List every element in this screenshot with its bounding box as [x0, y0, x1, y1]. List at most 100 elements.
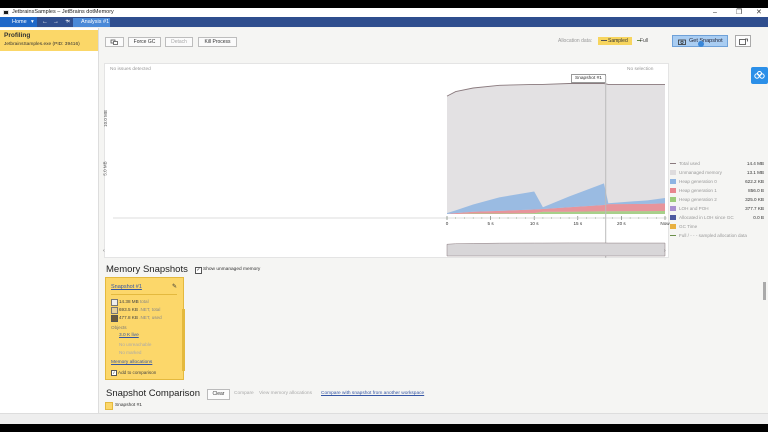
profiling-session[interactable]: Profiling JetbrainsSamples.exe (PID: 394… — [0, 30, 98, 51]
show-unmanaged-label: Show unmanaged memory — [203, 267, 261, 272]
net-total-swatch — [111, 307, 118, 314]
maximize-button[interactable]: ❐ — [736, 8, 742, 17]
window-title: JetbrainsSamples – JetBrains dotMemory — [12, 9, 114, 15]
compare-button[interactable]: Compare — [234, 391, 254, 396]
legend-value: 14.4 MB — [746, 161, 764, 166]
legend-item[interactable]: Total used 14.4 MB — [670, 159, 768, 168]
overview-strip — [446, 242, 666, 257]
comparison-item[interactable]: Snapshot #1 — [115, 403, 142, 408]
marked-objects: No marked — [119, 350, 142, 355]
camera-icon — [678, 39, 686, 45]
x-tick-label: 0 — [446, 221, 449, 226]
total-swatch — [111, 299, 118, 306]
snapshot-options-button[interactable] — [735, 35, 751, 47]
chart-scroll-right-icon[interactable]: › — [664, 248, 666, 254]
view-allocations-button[interactable]: View memory allocations — [259, 391, 312, 396]
legend-swatch — [670, 188, 676, 193]
tab-analysis-1[interactable]: × Analysis #1 — [67, 18, 110, 27]
legend-value: 0.0 B — [753, 215, 764, 220]
forward-icon[interactable]: → — [52, 18, 60, 26]
legend-item[interactable]: Heap generation 0 622.2 KB — [670, 177, 768, 186]
legend-swatch — [670, 170, 676, 175]
legend-name: Allocated in LOH since GC — [679, 215, 734, 220]
legend-item[interactable]: Full / - - - sampled allocation data — [670, 231, 768, 240]
legend-swatch — [670, 197, 676, 202]
snapshot-total: 14.38 MB total — [119, 299, 149, 304]
legend-value: 377.7 KB — [745, 206, 764, 211]
snapshot-net-total: 693.5 KB .NET, total — [119, 307, 161, 312]
edit-pencil-icon[interactable]: ✎ — [172, 283, 177, 290]
process-name: JetbrainsSamples.exe (PID: 39416) — [4, 42, 80, 47]
chart-svg: 0 5 s 10 s 15 s 20 s Now — [113, 76, 670, 258]
tab-close-icon[interactable]: × — [67, 18, 70, 27]
card-divider — [111, 294, 177, 295]
status-bar — [0, 413, 768, 424]
kill-process-button[interactable]: Kill Process — [198, 37, 237, 47]
legend-name: Heap generation 1 — [679, 188, 717, 193]
snapshot-card-title[interactable]: Snapshot #1 — [111, 284, 142, 290]
legend-name: Heap generation 2 — [679, 197, 717, 202]
add-to-comparison-label: Add to comparison — [118, 370, 157, 375]
legend-item[interactable]: GC Time — [670, 222, 768, 231]
objects-label: Objects — [111, 325, 127, 330]
allocation-data-label: Allocation data: — [558, 38, 593, 44]
cloud-link-icon — [754, 71, 765, 79]
legend-item[interactable]: Unmanaged memory 13.1 MB — [670, 168, 768, 177]
clear-button[interactable]: Clear — [207, 389, 230, 400]
legend-value: 13.1 MB — [746, 170, 764, 175]
minimize-button[interactable]: – — [713, 8, 717, 17]
compare-other-workspace-link[interactable]: Compare with snapshot from another works… — [321, 391, 424, 396]
cloud-button[interactable] — [751, 67, 768, 84]
show-unmanaged-checkbox[interactable]: ✓ — [195, 267, 202, 274]
main-scrollbar-thumb[interactable] — [763, 282, 766, 300]
legend-swatch — [670, 179, 676, 184]
net-used-swatch — [111, 315, 118, 322]
comparison-swatch — [105, 402, 113, 410]
force-gc-button[interactable]: Force GC — [128, 37, 161, 47]
legend-name: Full / - - - sampled allocation data — [679, 233, 747, 238]
legend-item[interactable]: Heap generation 1 856.0 B — [670, 186, 768, 195]
view-toggle-button[interactable] — [105, 37, 124, 47]
mouse-cursor-icon — [698, 41, 704, 47]
chart-scroll-left-icon[interactable]: ‹ — [103, 248, 105, 254]
tab-analysis-label: Analysis #1 — [81, 19, 110, 25]
legend-name: Total used — [679, 161, 700, 166]
memory-snapshots-heading: Memory Snapshots — [106, 264, 188, 275]
card-scrollbar[interactable] — [182, 309, 185, 371]
legend-swatch — [670, 215, 676, 220]
legend-item[interactable]: LOH and POH 377.7 KB — [670, 204, 768, 213]
unreachable-objects: No unreachable — [119, 342, 152, 347]
legend-swatch — [670, 206, 676, 211]
profiling-title: Profiling — [4, 32, 31, 39]
detach-button[interactable]: Detach — [165, 37, 193, 47]
legend-swatch — [670, 235, 676, 236]
full-toggle[interactable]: Full — [640, 38, 648, 44]
legend-name: LOH and POH — [679, 206, 709, 211]
sampled-toggle[interactable]: Sampled — [598, 37, 632, 45]
tab-home-label: Home — [12, 19, 27, 25]
unmanaged-memory-area — [447, 83, 665, 214]
snapshot-net-used: 477.8 KB .NET, used — [119, 315, 162, 320]
live-objects-link[interactable]: 3.0 K live — [119, 333, 139, 338]
legend-item[interactable]: Heap generation 2 325.0 KB — [670, 195, 768, 204]
add-to-comparison-checkbox[interactable]: ✓ — [111, 370, 117, 376]
legend-name: GC Time — [679, 224, 698, 229]
legend-value: 622.2 KB — [745, 179, 764, 184]
x-tick-label: 15 s — [573, 221, 582, 226]
memory-timeline-chart[interactable]: No issues detected No selection Snapshot… — [103, 63, 670, 258]
tab-home[interactable]: Home ▾ — [0, 17, 37, 27]
back-icon[interactable]: ← — [41, 18, 49, 26]
snapshot-card[interactable]: Snapshot #1 ✎ 14.38 MB total 693.5 KB .N… — [105, 277, 185, 380]
sampled-line-icon — [601, 40, 607, 41]
legend-swatch — [670, 224, 676, 229]
close-window-button[interactable]: ✕ — [756, 8, 762, 17]
snapshot-options-icon — [739, 38, 748, 45]
legend-item[interactable]: Allocated in LOH since GC 0.0 B — [670, 213, 768, 222]
legend-swatch — [670, 163, 676, 164]
tab-bar: Home ▾ ← → + × Analysis #1 — [0, 17, 768, 27]
get-snapshot-label: Get Snapshot — [689, 38, 723, 44]
legend-value: 325.0 KB — [745, 197, 764, 202]
get-snapshot-button[interactable]: Get Snapshot — [672, 35, 728, 47]
app-icon — [3, 10, 9, 15]
memory-allocations-link[interactable]: Memory allocations — [111, 360, 152, 365]
